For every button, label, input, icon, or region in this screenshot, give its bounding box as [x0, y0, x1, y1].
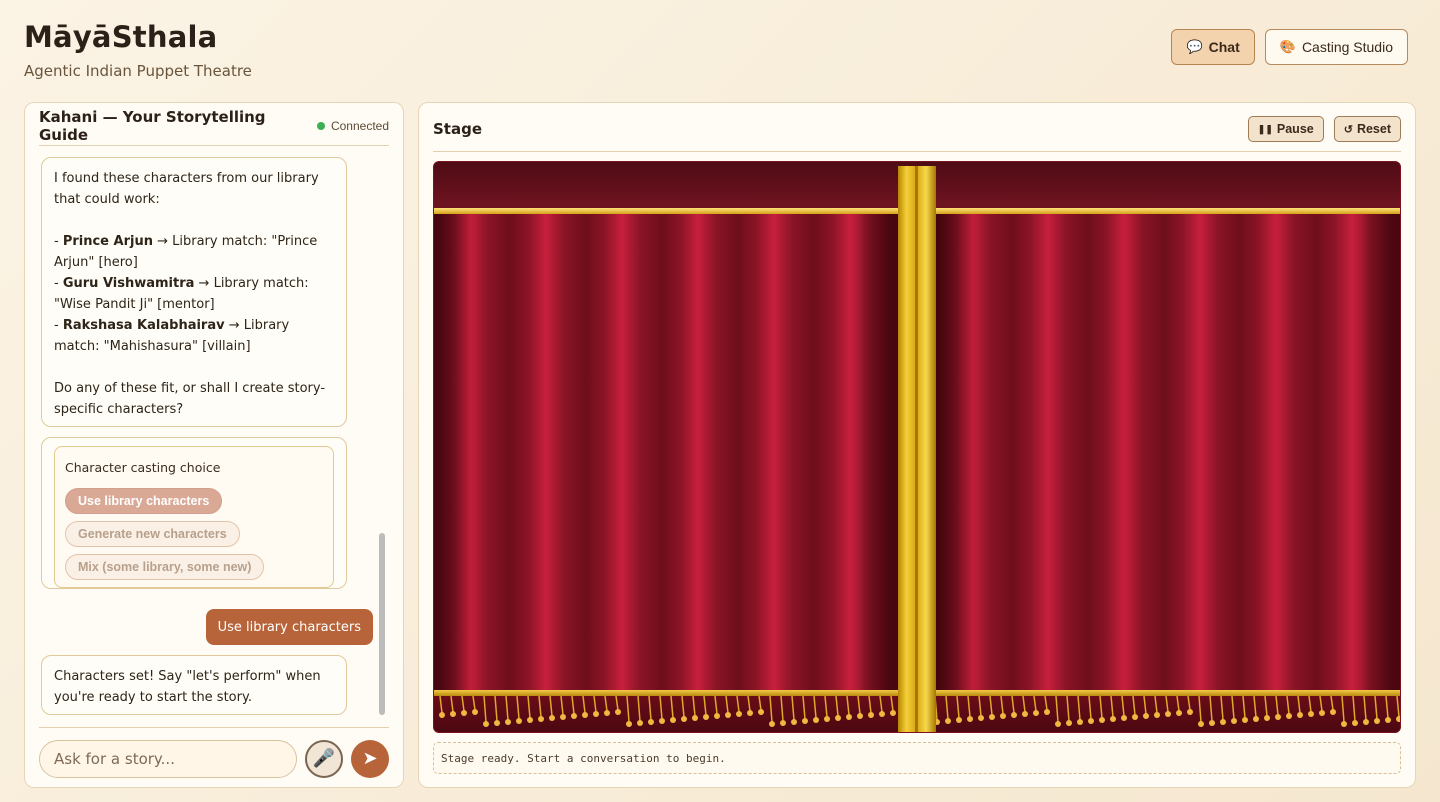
chat-header: Kahani — Your Storytelling Guide Connect… [39, 103, 389, 146]
stage-header: Stage ❚❚ Pause ↺ Reset [433, 103, 1401, 152]
pause-button[interactable]: ❚❚ Pause [1247, 116, 1324, 142]
reset-icon: ↺ [1343, 123, 1353, 136]
stage-controls: ❚❚ Pause ↺ Reset [1247, 116, 1401, 142]
send-arrow-icon: ➤ [362, 748, 378, 768]
reset-label: Reset [1356, 122, 1391, 136]
microphone-button[interactable]: 🎤 [305, 739, 343, 778]
brand-title: MāyāSthala [24, 20, 218, 54]
message-intro: I found these characters from our librar… [54, 171, 319, 207]
list-item: - Guru Vishwamitra → Library match: "Wis… [54, 276, 309, 312]
list-item: - Prince Arjun → Library match: "Prince … [54, 234, 318, 270]
stage-title: Stage [433, 120, 483, 138]
assistant-message: I found these characters from our librar… [41, 157, 347, 427]
reset-button[interactable]: ↺ Reset [1333, 116, 1401, 142]
message-scrollbar[interactable] [375, 155, 389, 717]
pause-label: Pause [1276, 122, 1314, 136]
chat-panel: Kahani — Your Storytelling Guide Connect… [24, 102, 404, 788]
status-dot-icon [316, 122, 325, 130]
list-item: - Rakshasa Kalabhairav → Library match: … [54, 318, 290, 354]
top-nav: 💬 Chat 🎨 Casting Studio [1171, 29, 1408, 65]
choice-message: Character casting choice Use library cha… [41, 437, 347, 589]
left-curtain [434, 214, 898, 692]
casting-choice-card: Character casting choice Use library cha… [54, 446, 334, 588]
connection-status: Connected [316, 119, 389, 133]
casting-studio-label: Casting Studio [1301, 39, 1393, 55]
casting-studio-button[interactable]: 🎨 Casting Studio [1264, 29, 1408, 65]
assistant-message: Characters set! Say "let's perform" when… [41, 655, 347, 715]
choice-label: Character casting choice [65, 460, 221, 475]
chat-title: Kahani — Your Storytelling Guide [39, 108, 266, 144]
send-button[interactable]: ➤ [351, 739, 389, 778]
chat-button-label: Chat [1208, 39, 1240, 55]
message-question: Do any of these fit, or shall I create s… [54, 381, 326, 417]
center-pillar [898, 166, 936, 732]
pause-icon: ❚❚ [1257, 123, 1273, 134]
generate-new-option[interactable]: Generate new characters [65, 521, 240, 547]
palette-icon: 🎨 [1279, 39, 1296, 54]
scrollbar-thumb[interactable] [379, 533, 385, 715]
speech-bubble-icon: 💬 [1186, 39, 1203, 54]
message-list[interactable]: I found these characters from our librar… [41, 157, 373, 717]
user-message: Use library characters [205, 609, 373, 645]
stage-status-bar: Stage ready. Start a conversation to beg… [433, 742, 1401, 774]
chat-button[interactable]: 💬 Chat [1171, 29, 1255, 65]
connection-status-text: Connected [330, 119, 389, 133]
story-prompt-input[interactable] [39, 739, 297, 778]
mix-option[interactable]: Mix (some library, some new) [65, 554, 265, 580]
use-library-option[interactable]: Use library characters [65, 488, 223, 514]
chat-composer: 🎤 ➤ [39, 727, 389, 789]
microphone-icon: 🎤 [312, 748, 336, 768]
brand-tagline: Agentic Indian Puppet Theatre [24, 62, 252, 80]
stage-panel: Stage ❚❚ Pause ↺ Reset Stage ready. Star… [418, 102, 1416, 788]
app-header: MāyāSthala Agentic Indian Puppet Theatre [24, 20, 252, 80]
right-curtain [936, 214, 1400, 692]
puppet-stage[interactable] [433, 161, 1401, 733]
